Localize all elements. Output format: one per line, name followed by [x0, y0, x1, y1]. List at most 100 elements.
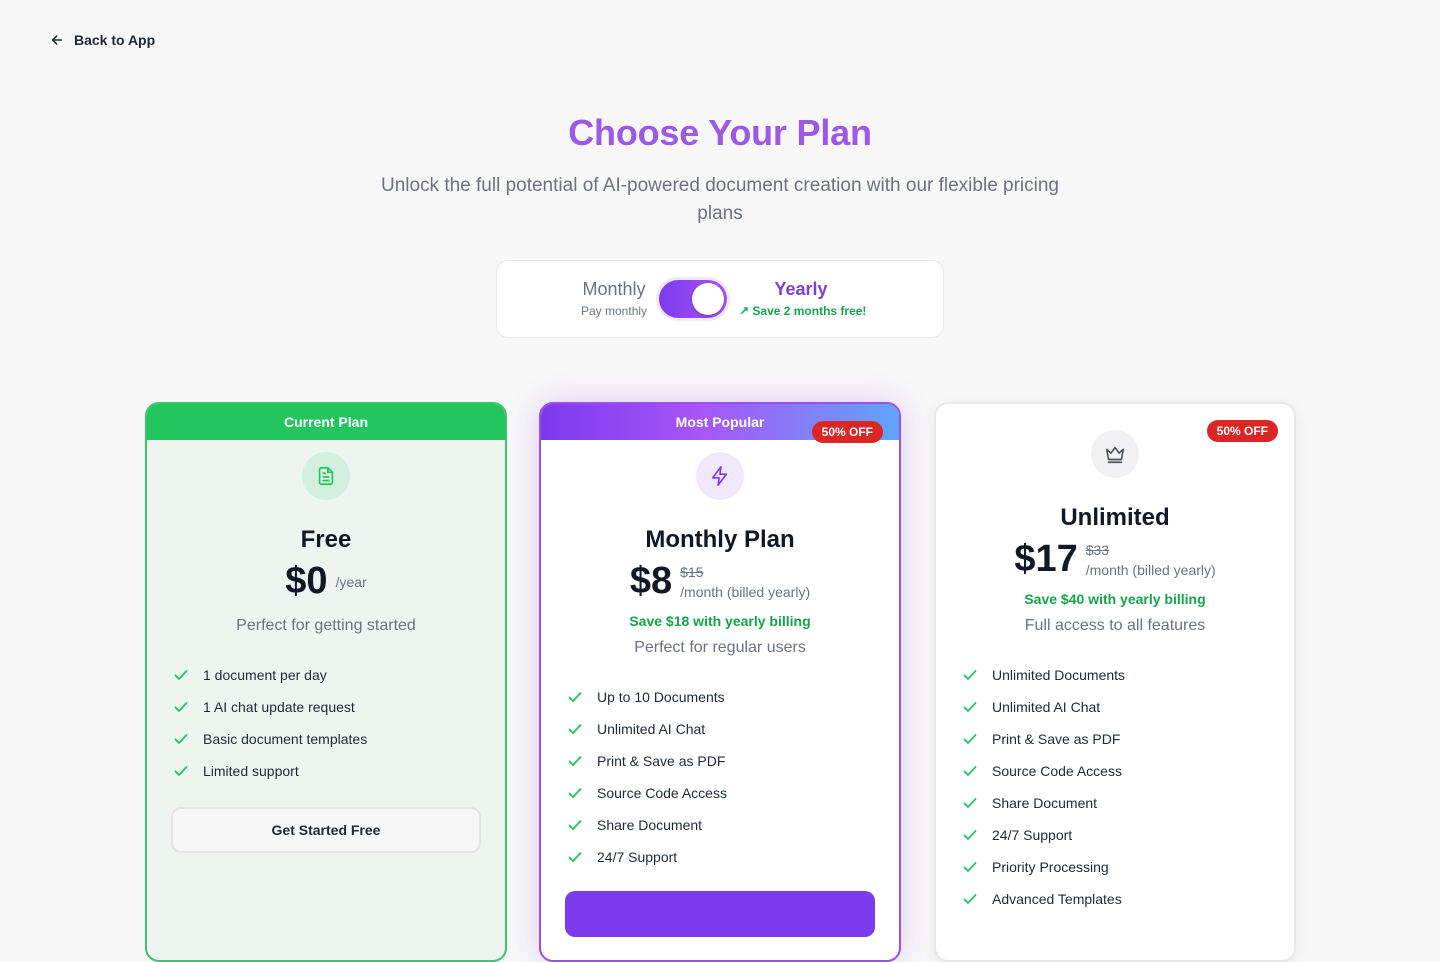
- price-row: $17 $33 /month (billed yearly): [936, 538, 1294, 581]
- feature-item: Limited support: [173, 755, 505, 787]
- feature-item: Print & Save as PDF: [962, 723, 1294, 755]
- feature-text: Source Code Access: [597, 785, 727, 801]
- plan-card-free: Current Plan Free $0 /year Perfect for g…: [145, 402, 507, 962]
- plan-price: $17: [1014, 538, 1078, 580]
- document-icon: [318, 466, 334, 486]
- old-price: $15: [680, 563, 704, 580]
- price-period: /month (billed yearly): [1085, 561, 1216, 578]
- plan-card-unlimited: 50% OFF Unlimited $17 $33 /month (billed…: [934, 402, 1296, 962]
- check-icon: [963, 894, 977, 904]
- feature-text: Unlimited AI Chat: [992, 699, 1101, 715]
- check-icon: [963, 734, 977, 744]
- check-icon: [568, 820, 582, 830]
- feature-text: Print & Save as PDF: [992, 731, 1121, 747]
- check-icon: [568, 788, 582, 798]
- check-icon: [174, 734, 188, 744]
- feature-item: Source Code Access: [567, 777, 899, 809]
- feature-item: Share Document: [962, 787, 1294, 819]
- page-subtitle: Unlock the full potential of AI-powered …: [380, 175, 1060, 224]
- savings-text: Save $40 with yearly billing: [1024, 591, 1206, 607]
- check-icon: [568, 692, 582, 702]
- feature-text: 24/7 Support: [597, 849, 678, 865]
- billing-toggle-switch[interactable]: [659, 280, 727, 318]
- feature-item: Unlimited AI Chat: [567, 713, 899, 745]
- monthly-option[interactable]: Monthly Pay monthly: [581, 279, 647, 318]
- feature-item: 1 AI chat update request: [173, 691, 505, 723]
- plan-tagline: Full access to all features: [1024, 617, 1206, 634]
- check-icon: [568, 724, 582, 734]
- discount-badge: 50% OFF: [1206, 420, 1278, 442]
- check-icon: [963, 830, 977, 840]
- price-period: /month (billed yearly): [680, 583, 811, 600]
- toggle-knob: [692, 283, 724, 315]
- arrow-left-icon: [51, 35, 63, 45]
- hero-section: Choose Your Plan Unlock the full potenti…: [0, 112, 1440, 228]
- savings-text: Save $18 with yearly billing: [629, 613, 811, 629]
- feature-text: Share Document: [992, 795, 1098, 811]
- plan-name: Unlimited: [1060, 504, 1170, 531]
- check-icon: [174, 702, 188, 712]
- feature-item: Priority Processing: [962, 851, 1294, 883]
- plan-name: Free: [300, 526, 352, 553]
- check-icon: [963, 798, 977, 808]
- feature-list: Up to 10 Documents Unlimited AI Chat Pri…: [567, 681, 899, 873]
- feature-item: Basic document templates: [173, 723, 505, 755]
- check-icon: [568, 756, 582, 766]
- feature-item: 1 document per day: [173, 659, 505, 691]
- check-icon: [963, 766, 977, 776]
- page-title: Choose Your Plan: [568, 112, 872, 153]
- feature-text: 1 document per day: [203, 667, 327, 683]
- feature-item: Unlimited AI Chat: [962, 691, 1294, 723]
- plan-card-monthly: Most Popular 50% OFF Monthly Plan $8 $15…: [539, 402, 901, 962]
- yearly-sublabel: ↗ Save 2 months free!: [739, 304, 867, 318]
- feature-text: 1 AI chat update request: [203, 699, 355, 715]
- feature-text: Source Code Access: [992, 763, 1122, 779]
- check-icon: [174, 766, 188, 776]
- price-row: $8 $15 /month (billed yearly): [541, 560, 899, 603]
- discount-badge: 50% OFF: [811, 421, 883, 443]
- feature-item: Up to 10 Documents: [567, 681, 899, 713]
- yearly-option[interactable]: Yearly ↗ Save 2 months free!: [739, 279, 867, 318]
- plan-price: $0: [285, 560, 328, 602]
- feature-item: Print & Save as PDF: [567, 745, 899, 777]
- get-started-free-button[interactable]: Get Started Free: [171, 807, 481, 853]
- price-row: $0 /year: [147, 560, 505, 603]
- plan-icon-wrap: [1091, 430, 1139, 478]
- feature-text: Up to 10 Documents: [597, 689, 725, 705]
- check-icon: [963, 862, 977, 872]
- feature-item: Unlimited Documents: [962, 659, 1294, 691]
- check-icon: [963, 702, 977, 712]
- feature-text: Limited support: [203, 763, 299, 779]
- feature-text: Priority Processing: [992, 859, 1109, 875]
- plan-icon-wrap: [302, 452, 350, 500]
- check-icon: [568, 852, 582, 862]
- feature-text: Share Document: [597, 817, 703, 833]
- back-label: Back to App: [74, 32, 156, 48]
- current-plan-banner: Current Plan: [147, 404, 505, 440]
- plan-icon-wrap: [696, 452, 744, 500]
- price-period: /year: [335, 573, 367, 590]
- plan-name: Monthly Plan: [645, 526, 795, 553]
- feature-item: Share Document: [567, 809, 899, 841]
- monthly-label: Monthly: [582, 279, 646, 299]
- feature-item: Advanced Templates: [962, 883, 1294, 915]
- monthly-plan-cta-button[interactable]: [565, 891, 875, 937]
- feature-text: Advanced Templates: [992, 891, 1122, 907]
- yearly-label: Yearly: [774, 279, 828, 299]
- feature-item: 24/7 Support: [567, 841, 899, 873]
- feature-item: Source Code Access: [962, 755, 1294, 787]
- feature-text: Print & Save as PDF: [597, 753, 726, 769]
- feature-item: 24/7 Support: [962, 819, 1294, 851]
- lightning-icon: [711, 466, 728, 486]
- plan-price: $8: [629, 560, 673, 602]
- plan-tagline: Perfect for regular users: [634, 639, 806, 656]
- feature-text: Basic document templates: [203, 731, 368, 747]
- plan-tagline: Perfect for getting started: [236, 617, 416, 634]
- check-icon: [963, 670, 977, 680]
- feature-list: Unlimited Documents Unlimited AI Chat Pr…: [962, 659, 1294, 915]
- feature-text: Unlimited Documents: [992, 667, 1126, 683]
- feature-text: Unlimited AI Chat: [597, 721, 706, 737]
- monthly-sublabel: Pay monthly: [581, 304, 648, 318]
- back-to-app-link[interactable]: Back to App: [50, 32, 155, 48]
- feature-text: 24/7 Support: [992, 827, 1073, 843]
